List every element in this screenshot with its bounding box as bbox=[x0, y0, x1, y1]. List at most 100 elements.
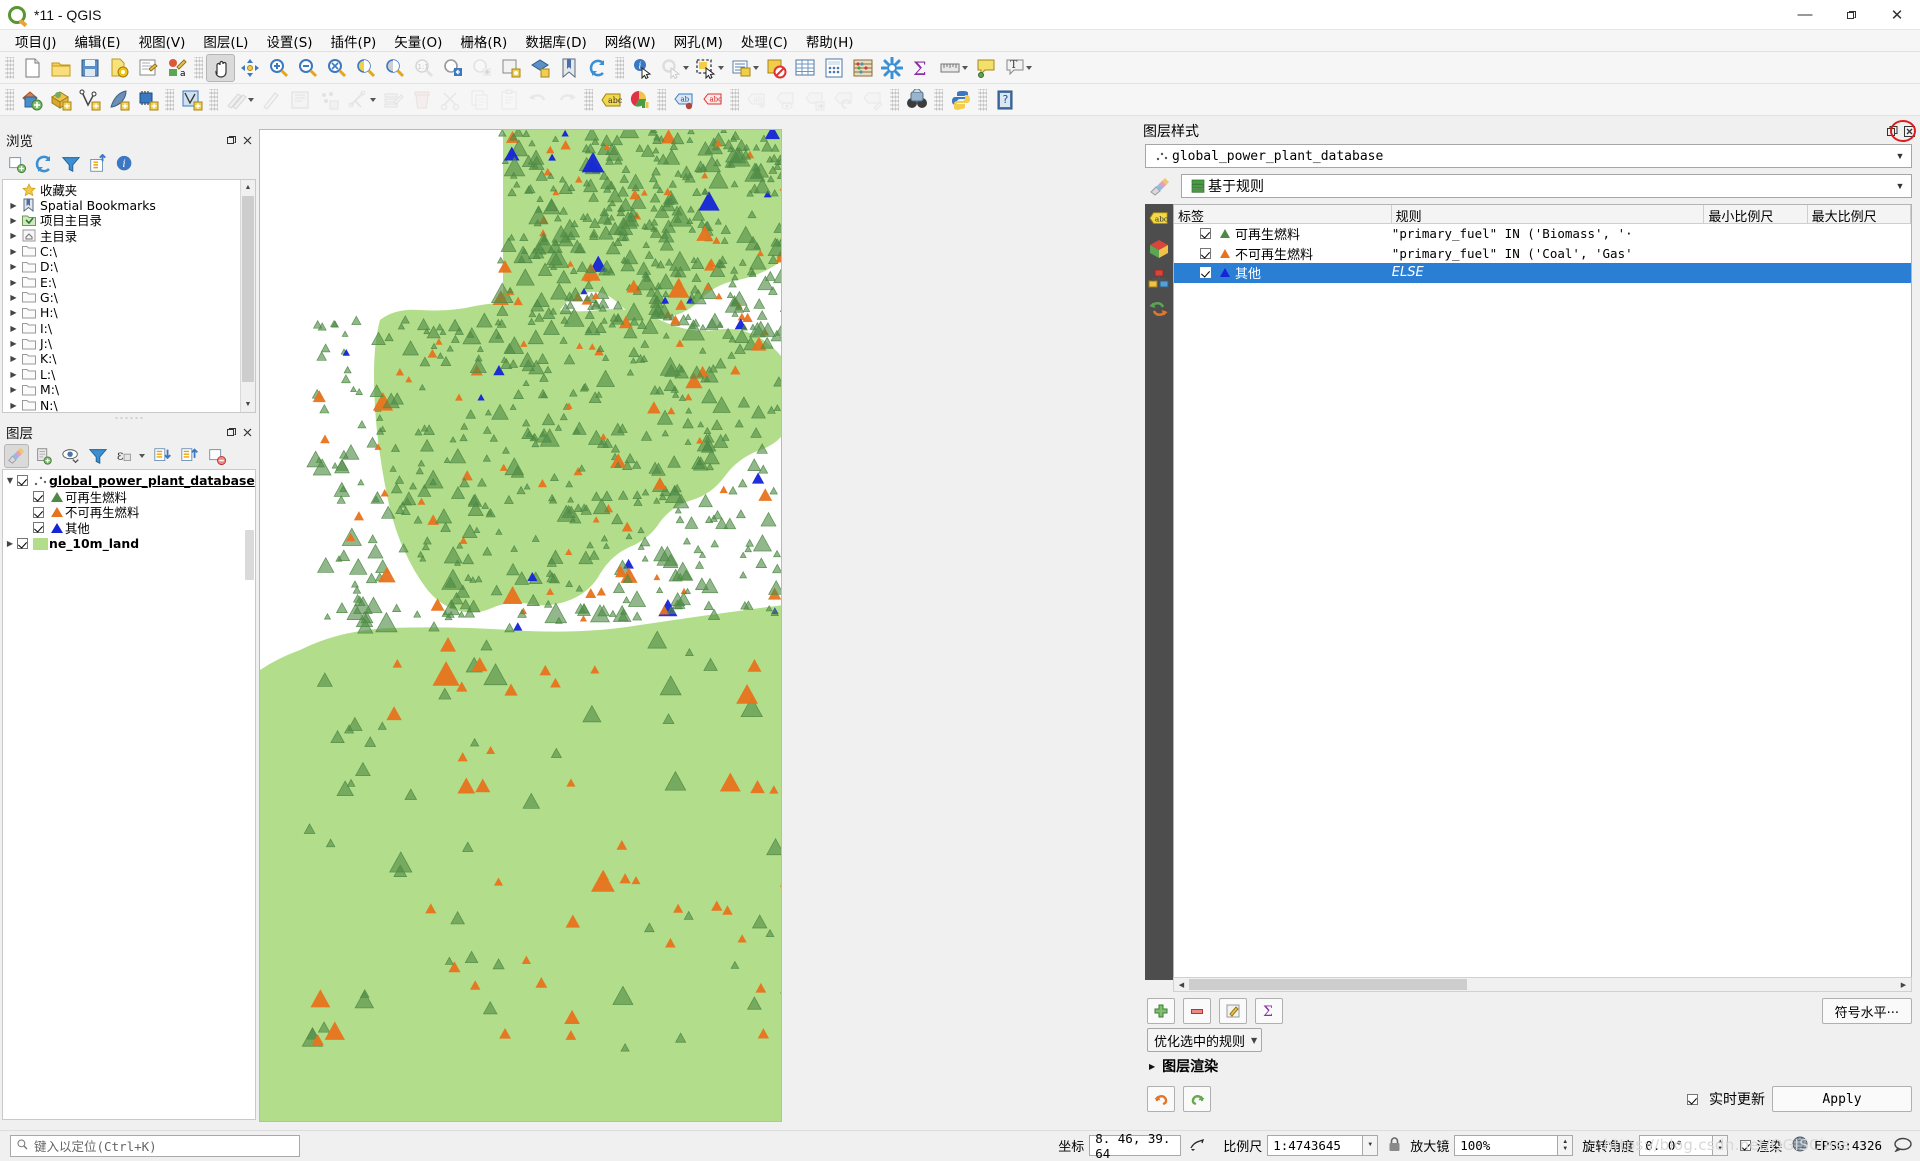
help-icon[interactable]: ? bbox=[990, 86, 1019, 114]
current-edits-icon[interactable] bbox=[177, 86, 206, 114]
expand-all-icon[interactable] bbox=[150, 444, 175, 468]
processing-toolbox-icon[interactable] bbox=[877, 54, 906, 82]
rules-table-hscrollbar[interactable]: ◀ ▶ bbox=[1173, 977, 1912, 992]
menu-view[interactable]: 视图(V) bbox=[130, 29, 195, 53]
layer-tree-row[interactable]: 不可再生燃料 bbox=[3, 504, 255, 520]
symbol-levels-button[interactable]: 符号水平··· bbox=[1821, 998, 1912, 1024]
menu-edit[interactable]: 编辑(E) bbox=[66, 29, 130, 53]
statistics-icon[interactable]: Σ bbox=[906, 54, 935, 82]
scale-value[interactable]: 1:4743645 bbox=[1267, 1135, 1364, 1156]
expand-arrow-icon[interactable]: ▶ bbox=[7, 247, 20, 256]
zoom-out-icon[interactable] bbox=[293, 54, 322, 82]
browser-item[interactable]: ▶ G:\ bbox=[3, 290, 255, 305]
browser-item[interactable]: ▶ L:\ bbox=[3, 367, 255, 382]
lock-icon[interactable] bbox=[1388, 1136, 1401, 1155]
zoom-to-layer-icon[interactable] bbox=[380, 54, 409, 82]
expand-arrow-icon[interactable]: ▶ bbox=[7, 401, 20, 410]
add-mesh-layer-icon[interactable] bbox=[104, 86, 133, 114]
manage-layer-visibility-icon[interactable] bbox=[58, 444, 83, 468]
toolbar-grip[interactable] bbox=[615, 56, 624, 79]
expand-arrow-icon[interactable]: ▶ bbox=[7, 370, 20, 379]
close-button[interactable]: ✕ bbox=[1874, 0, 1920, 30]
rules-column-header[interactable]: 标签 bbox=[1174, 205, 1392, 223]
browser-item[interactable]: ▶ N:\ bbox=[3, 397, 255, 412]
menu-layer[interactable]: 图层(L) bbox=[194, 29, 257, 53]
layer-expand-arrow-icon[interactable]: ▼ bbox=[3, 476, 17, 485]
browser-scrollbar[interactable]: ▲ ▼ bbox=[240, 180, 255, 412]
expand-arrow-icon[interactable]: ▶ bbox=[7, 324, 20, 333]
layer-selector-combo[interactable]: global_power_plant_database ▼ bbox=[1145, 144, 1912, 168]
rule-row[interactable]: 可再生燃料 "primary_fuel" IN ('Biomass', '· bbox=[1174, 224, 1911, 244]
zoom-to-selection-icon[interactable] bbox=[351, 54, 380, 82]
refine-chevron-down-icon[interactable]: ▼ bbox=[1251, 1036, 1257, 1045]
layers-float-button[interactable] bbox=[225, 426, 238, 439]
new-3d-map-view-icon[interactable] bbox=[525, 54, 554, 82]
minimize-button[interactable]: — bbox=[1782, 0, 1828, 30]
rules-column-header[interactable]: 规则 bbox=[1392, 205, 1705, 223]
browser-float-button[interactable] bbox=[225, 134, 238, 147]
new-map-view-icon[interactable] bbox=[496, 54, 525, 82]
globe-icon[interactable] bbox=[1792, 1136, 1808, 1155]
layer-tree-row[interactable]: ▶ ne_10m_land bbox=[3, 536, 255, 552]
expand-arrow-icon[interactable]: ▶ bbox=[7, 231, 20, 240]
layer-selector-chevron-down-icon[interactable]: ▼ bbox=[1891, 151, 1909, 161]
highlight-labels-icon[interactable]: abc bbox=[698, 86, 727, 114]
history-icon[interactable] bbox=[1148, 298, 1170, 320]
select-features-icon[interactable] bbox=[691, 54, 720, 82]
layer-visibility-checkbox[interactable] bbox=[17, 475, 28, 487]
python-console-icon[interactable] bbox=[946, 86, 975, 114]
renderer-selector-combo[interactable]: 基于规则 ▼ bbox=[1181, 174, 1912, 198]
layer-expand-arrow-icon[interactable]: ▶ bbox=[3, 539, 17, 548]
add-delimited-text-icon[interactable] bbox=[75, 86, 104, 114]
hscroll-right-arrow[interactable]: ▶ bbox=[1896, 981, 1911, 989]
browser-tree[interactable]: 收藏夹 ▶ Spatial Bookmarks ▶ 项目主目录 ▶ 主目录 ▶ C:\ ▶ D:\ ▶… bbox=[2, 179, 256, 413]
browser-scroll-up[interactable]: ▲ bbox=[241, 180, 255, 195]
layer-rendering-expander-icon[interactable]: ▶ bbox=[1149, 1062, 1155, 1071]
pin-labels-icon[interactable]: ab bbox=[669, 86, 698, 114]
select-by-value-icon[interactable] bbox=[726, 54, 755, 82]
zoom-in-icon[interactable] bbox=[264, 54, 293, 82]
browser-item[interactable]: ▶ K:\ bbox=[3, 351, 255, 366]
layer-visibility-checkbox[interactable] bbox=[33, 491, 44, 503]
extent-toggle-icon[interactable] bbox=[1189, 1137, 1206, 1155]
menu-project[interactable]: 项目(J) bbox=[6, 29, 66, 53]
filter-legend-by-expression-icon[interactable]: ε bbox=[112, 444, 137, 468]
browser-scroll-down[interactable]: ▼ bbox=[241, 397, 255, 412]
layer-visibility-checkbox[interactable] bbox=[17, 538, 28, 550]
collapse-all-icon[interactable] bbox=[85, 152, 110, 176]
pan-to-selection-icon[interactable] bbox=[235, 54, 264, 82]
rotation-stepper[interactable]: ▲ ▼ bbox=[1713, 1135, 1729, 1156]
message-icon[interactable] bbox=[1894, 1137, 1912, 1155]
menu-settings[interactable]: 设置(S) bbox=[257, 29, 321, 53]
rules-table[interactable]: 标签 规则 最小比例尺 最大比例尺 可再生燃料 "primary_fuel" IN ('… bbox=[1173, 204, 1912, 980]
filter-legend-by-expression-chevron-down-icon[interactable] bbox=[139, 454, 145, 458]
expand-arrow-icon[interactable]: ▶ bbox=[7, 278, 20, 287]
cube-icon[interactable] bbox=[1148, 238, 1170, 260]
metasearch-icon[interactable] bbox=[902, 86, 931, 114]
toolbar-grip[interactable] bbox=[730, 88, 739, 111]
toolbar-grip[interactable] bbox=[209, 88, 218, 111]
browser-item[interactable]: 收藏夹 bbox=[3, 182, 255, 198]
browser-item[interactable]: ▶ 主目录 bbox=[3, 228, 255, 244]
live-update-checkbox[interactable] bbox=[1687, 1093, 1698, 1105]
map-canvas[interactable] bbox=[259, 129, 782, 1122]
expand-arrow-icon[interactable]: ▶ bbox=[7, 385, 20, 394]
maximize-button[interactable] bbox=[1828, 0, 1874, 30]
rule-enabled-checkbox[interactable] bbox=[1200, 247, 1211, 259]
layer-visibility-checkbox[interactable] bbox=[33, 506, 44, 518]
browser-item[interactable]: ▶ I:\ bbox=[3, 321, 255, 336]
expand-arrow-icon[interactable]: ▶ bbox=[7, 216, 20, 225]
open-layer-styling-panel-icon[interactable] bbox=[4, 444, 29, 468]
remove-layer-icon[interactable] bbox=[204, 444, 229, 468]
add-group-icon[interactable] bbox=[31, 444, 56, 468]
layers-close-button[interactable] bbox=[241, 426, 254, 439]
toolbar-grip[interactable] bbox=[5, 56, 14, 79]
filter-legend-icon[interactable] bbox=[85, 444, 110, 468]
pan-map-icon[interactable] bbox=[206, 53, 235, 82]
layer-diagram-icon[interactable] bbox=[625, 86, 654, 114]
rule-enabled-checkbox[interactable] bbox=[1200, 267, 1211, 279]
toolbar-grip[interactable] bbox=[890, 88, 899, 111]
apply-button[interactable]: Apply bbox=[1772, 1086, 1912, 1112]
layers-scrollbar[interactable] bbox=[244, 470, 255, 1119]
browser-item[interactable]: ▶ M:\ bbox=[3, 382, 255, 397]
